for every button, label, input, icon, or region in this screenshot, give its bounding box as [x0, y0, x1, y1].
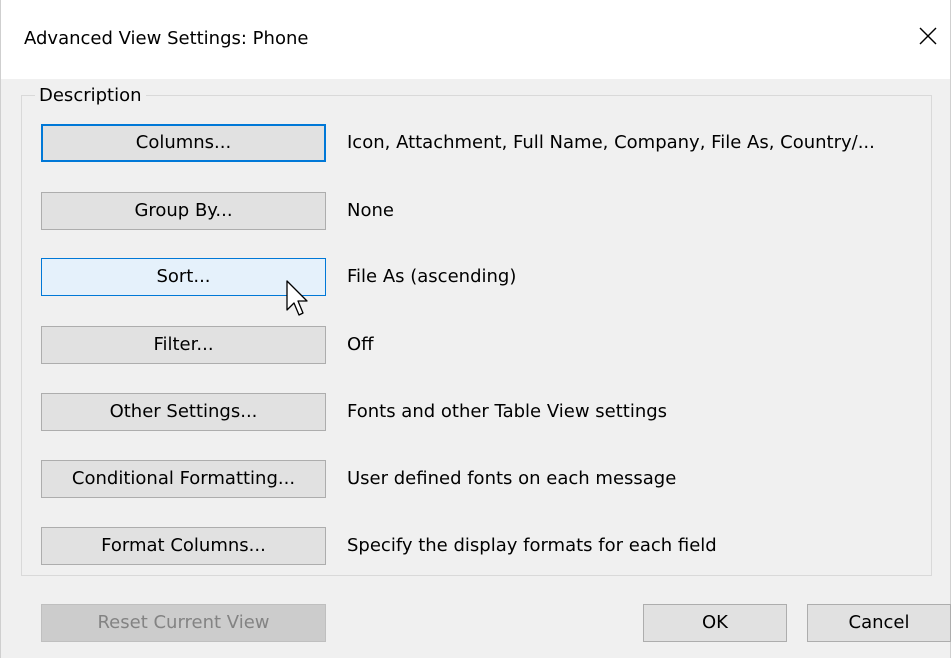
group-by-button[interactable]: Group By...: [41, 192, 326, 230]
group-by-value: None: [347, 200, 394, 221]
sort-button[interactable]: Sort...: [41, 258, 326, 296]
columns-value: Icon, Attachment, Full Name, Company, Fi…: [347, 132, 875, 153]
other-settings-button[interactable]: Other Settings...: [41, 393, 326, 431]
filter-button[interactable]: Filter...: [41, 326, 326, 364]
description-legend: Description: [35, 84, 146, 108]
columns-button[interactable]: Columns...: [41, 124, 326, 162]
format-columns-value: Specify the display formats for each fie…: [347, 535, 717, 556]
title-bar: Advanced View Settings: Phone: [1, 0, 950, 79]
cancel-button[interactable]: Cancel: [807, 604, 951, 642]
close-icon: [919, 27, 937, 45]
reset-current-view-button[interactable]: Reset Current View: [41, 604, 326, 642]
conditional-formatting-value: User defined fonts on each message: [347, 468, 677, 489]
arrow-cursor-icon: [286, 280, 308, 316]
format-columns-button[interactable]: Format Columns...: [41, 527, 326, 565]
advanced-view-settings-dialog: Advanced View Settings: Phone Descriptio…: [0, 0, 951, 658]
filter-value: Off: [347, 334, 374, 355]
sort-value: File As (ascending): [347, 266, 517, 287]
window-title: Advanced View Settings: Phone: [24, 28, 309, 49]
conditional-formatting-button[interactable]: Conditional Formatting...: [41, 460, 326, 498]
close-button[interactable]: [904, 12, 950, 62]
other-settings-value: Fonts and other Table View settings: [347, 401, 668, 422]
ok-button[interactable]: OK: [643, 604, 787, 642]
